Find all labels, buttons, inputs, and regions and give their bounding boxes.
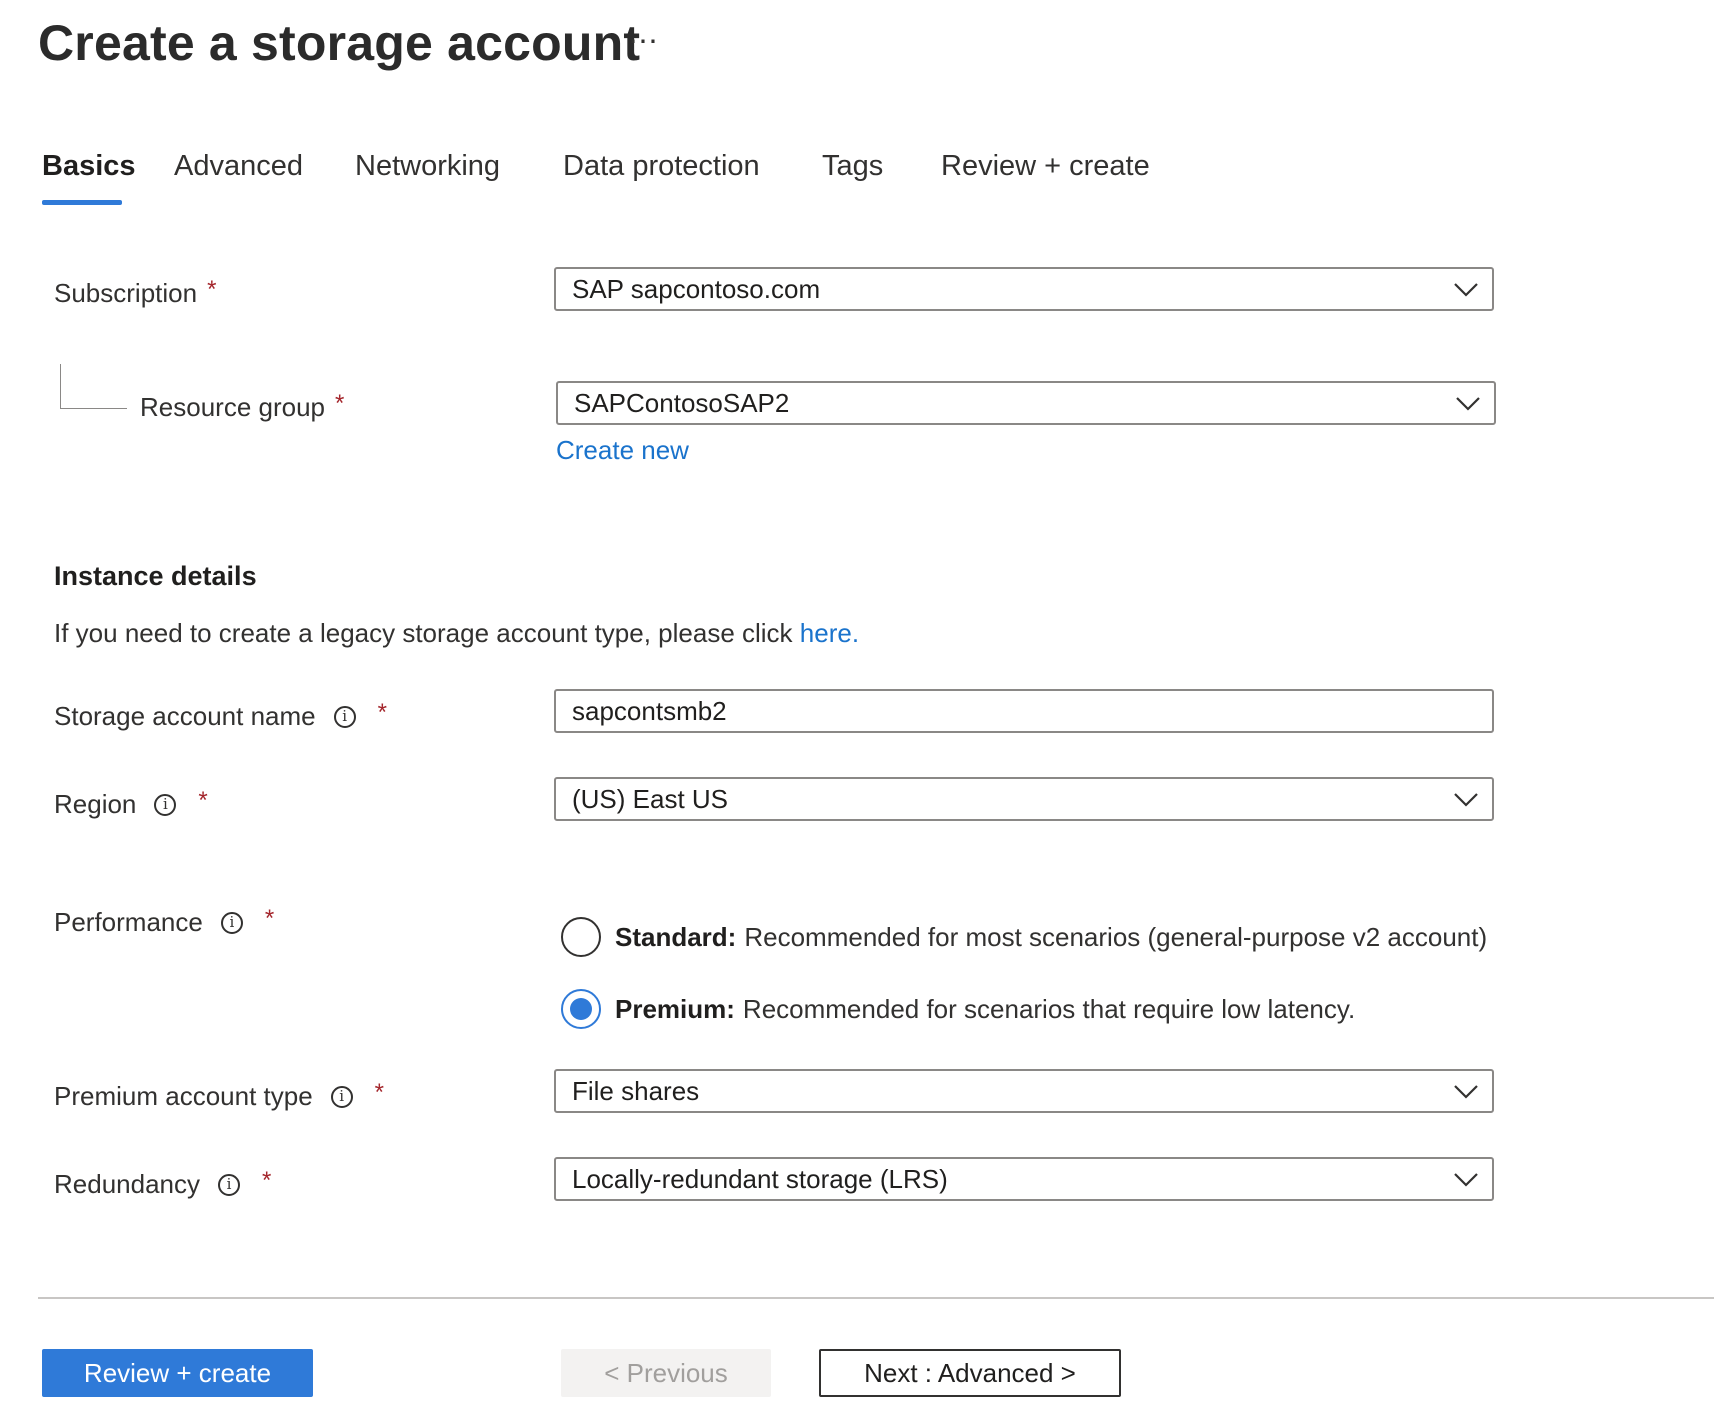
subscription-label: Subscription *: [54, 275, 217, 309]
redundancy-label: Redundancy i *: [54, 1166, 272, 1200]
premium-option-name: Premium:: [615, 993, 735, 1024]
info-icon[interactable]: i: [333, 705, 356, 728]
storage-account-name-value: sapcontsmb2: [572, 695, 727, 726]
premium-account-type-dropdown[interactable]: File shares: [554, 1069, 1494, 1113]
required-marker: *: [335, 389, 345, 417]
radio-standard[interactable]: [561, 917, 601, 957]
redundancy-dropdown[interactable]: Locally-redundant storage (LRS): [554, 1157, 1494, 1201]
next-advanced-button[interactable]: Next : Advanced >: [819, 1349, 1121, 1397]
legacy-note-text: If you need to create a legacy storage a…: [54, 618, 800, 648]
premium-option-description: Recommended for scenarios that require l…: [742, 993, 1356, 1024]
chevron-down-icon: [1454, 1085, 1478, 1099]
storage-account-name-label-text: Storage account name: [54, 701, 316, 731]
region-label: Region i *: [54, 786, 208, 820]
legacy-account-note: If you need to create a legacy storage a…: [54, 618, 859, 649]
active-tab-indicator: [42, 200, 122, 205]
resource-group-dropdown[interactable]: SAPContosoSAP2: [556, 381, 1496, 425]
tab-review-create[interactable]: Review + create: [941, 150, 1150, 183]
resource-group-value: SAPContosoSAP2: [574, 387, 790, 418]
legacy-here-link[interactable]: here.: [800, 618, 859, 648]
tab-data-protection[interactable]: Data protection: [563, 150, 760, 183]
standard-option-name: Standard:: [615, 921, 737, 952]
required-marker: *: [374, 1078, 385, 1106]
performance-label: Performance i *: [54, 904, 275, 938]
required-marker: *: [207, 275, 217, 303]
subscription-dropdown[interactable]: SAP sapcontoso.com: [554, 267, 1494, 311]
previous-button[interactable]: < Previous: [561, 1349, 771, 1397]
redundancy-value: Locally-redundant storage (LRS): [572, 1163, 948, 1194]
tab-advanced[interactable]: Advanced: [174, 150, 303, 183]
required-marker: *: [198, 786, 208, 814]
create-new-resource-group-link[interactable]: Create new: [556, 435, 689, 466]
resource-group-label-text: Resource group: [140, 392, 325, 422]
premium-account-type-label-text: Premium account type: [54, 1081, 313, 1111]
info-icon[interactable]: i: [154, 793, 177, 816]
premium-account-type-value: File shares: [572, 1075, 700, 1106]
subscription-label-text: Subscription: [54, 278, 198, 308]
footer-divider: [38, 1297, 1714, 1299]
tab-basics[interactable]: Basics: [42, 150, 136, 183]
storage-account-name-input[interactable]: sapcontsmb2: [554, 689, 1494, 733]
chevron-down-icon: [1454, 283, 1478, 297]
info-icon[interactable]: i: [218, 1173, 240, 1196]
info-icon[interactable]: i: [330, 1085, 353, 1108]
region-value: (US) East US: [572, 783, 729, 814]
more-options-button[interactable]: ⋯: [628, 24, 659, 59]
page-title: Create a storage account: [38, 15, 641, 71]
tab-networking[interactable]: Networking: [355, 150, 500, 183]
region-label-text: Region: [54, 789, 137, 819]
storage-account-name-label: Storage account name i *: [54, 698, 387, 732]
radio-premium[interactable]: [561, 989, 601, 1029]
region-dropdown[interactable]: (US) East US: [554, 777, 1494, 821]
required-marker: *: [377, 698, 387, 726]
redundancy-label-text: Redundancy: [54, 1169, 200, 1199]
tree-connector: [60, 364, 127, 409]
performance-option-standard[interactable]: Standard: Recommended for most scenarios…: [561, 917, 1487, 957]
standard-option-description: Recommended for most scenarios (general-…: [744, 921, 1488, 952]
resource-group-label: Resource group *: [140, 389, 345, 423]
required-marker: *: [264, 904, 275, 932]
subscription-value: SAP sapcontoso.com: [572, 273, 821, 304]
chevron-down-icon: [1454, 1173, 1478, 1187]
performance-option-premium[interactable]: Premium: Recommended for scenarios that …: [561, 989, 1355, 1029]
review-create-button[interactable]: Review + create: [42, 1349, 313, 1397]
instance-details-heading: Instance details: [54, 561, 257, 591]
tab-tags[interactable]: Tags: [822, 150, 883, 183]
performance-label-text: Performance: [54, 907, 203, 937]
create-storage-account-page: Create a storage account ⋯ Basics Advanc…: [0, 0, 1714, 1428]
chevron-down-icon: [1456, 397, 1480, 411]
premium-account-type-label: Premium account type i *: [54, 1078, 385, 1112]
chevron-down-icon: [1454, 793, 1478, 807]
required-marker: *: [262, 1166, 272, 1194]
info-icon[interactable]: i: [220, 911, 243, 934]
